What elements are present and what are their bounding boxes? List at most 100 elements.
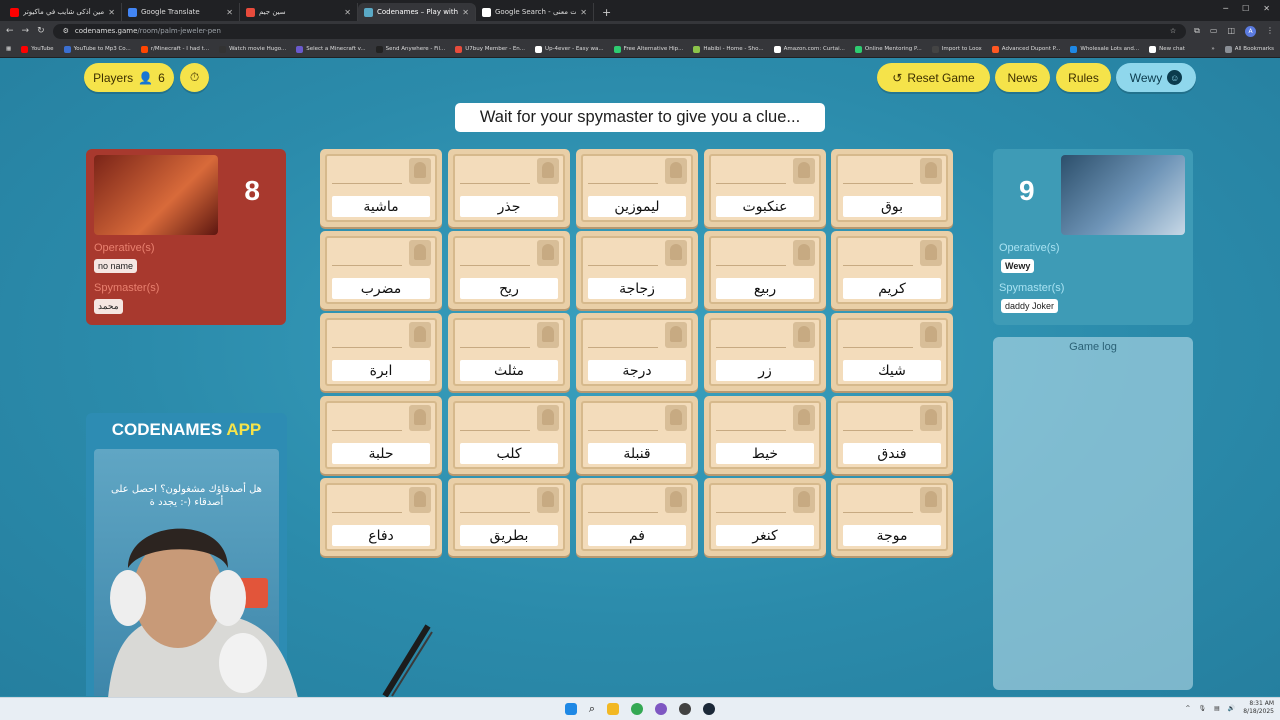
close-window-icon[interactable]: ✕ [1263, 4, 1270, 13]
word-card[interactable]: خيط [704, 396, 826, 474]
browser-tab[interactable]: مين أذكى شايب في ماكيوتر | ...✕ [4, 3, 122, 21]
bookmark-link[interactable]: U7buy Member - En... [455, 45, 525, 53]
word-card[interactable]: دفاع [320, 478, 442, 556]
all-bookmarks-link[interactable]: All Bookmarks [1224, 45, 1274, 53]
more-bookmarks-icon[interactable]: » [1211, 46, 1214, 52]
browser-tab[interactable]: Google Search - حقيت معنى ✕ [476, 3, 594, 21]
app-icon[interactable] [655, 703, 668, 715]
browser-tab[interactable]: Google Translate ✕ [122, 3, 240, 21]
extensions-icon[interactable]: ⧉ [1194, 26, 1200, 37]
word-card[interactable]: بوق [831, 149, 953, 227]
downloads-icon[interactable]: ▭ [1210, 26, 1218, 37]
bookmark-link[interactable]: Select a Minecraft v... [296, 45, 366, 53]
back-icon[interactable]: ← [6, 26, 14, 36]
tab-title: Google Search - حقيت معنى [495, 8, 576, 16]
bookmark-star-icon[interactable]: ☆ [1170, 27, 1176, 35]
search-icon[interactable]: ⌕ [589, 702, 595, 716]
bookmark-link[interactable]: Advanced Dupont P... [991, 45, 1060, 53]
word-card[interactable]: قنبلة [576, 396, 698, 474]
forward-icon[interactable]: → [22, 26, 30, 36]
bookmark-link[interactable]: Amazon.com: Curtai... [773, 45, 845, 53]
webcam-overlay [108, 528, 298, 698]
steam-icon[interactable] [703, 703, 716, 715]
news-button[interactable]: News [995, 63, 1050, 92]
bookmark-link[interactable]: Online Mentoring P... [854, 45, 922, 53]
card-word: زجاجة [588, 278, 686, 299]
word-card[interactable]: زجاجة [576, 231, 698, 309]
maximize-icon[interactable]: ☐ [1242, 4, 1249, 13]
word-card[interactable]: مثلث [448, 313, 570, 391]
rules-button[interactable]: Rules [1056, 63, 1111, 92]
minimize-icon[interactable]: ─ [1223, 4, 1228, 13]
word-card[interactable]: موجة [831, 478, 953, 556]
close-tab-icon[interactable]: ✕ [108, 8, 115, 17]
word-card[interactable]: شيك [831, 313, 953, 391]
user-menu-button[interactable]: Wewy ☺ [1116, 63, 1196, 92]
bookmark-link[interactable]: New chat [1149, 45, 1185, 53]
word-card[interactable]: فندق [831, 396, 953, 474]
bookmark-link[interactable]: Wholesale Lots and... [1070, 45, 1139, 53]
card-divider [588, 430, 658, 431]
browser-tab[interactable]: Codenames – Play with your F...✕ [358, 3, 476, 21]
split-icon[interactable]: ◫ [1227, 26, 1235, 37]
bookmark-link[interactable]: YouTube [21, 45, 54, 53]
word-card[interactable]: بطريق [448, 478, 570, 556]
close-tab-icon[interactable]: ✕ [226, 8, 233, 17]
bookmark-link[interactable]: Import to Loox [931, 45, 982, 53]
bookmark-label: YouTube to Mp3 Co... [73, 46, 131, 52]
new-tab-button[interactable]: + [594, 6, 619, 21]
network-icon[interactable]: ▤ [1214, 705, 1220, 712]
tab-favicon-icon [482, 7, 491, 17]
clock-date: 8/18/2025 [1243, 708, 1274, 715]
card-word: كريم [843, 278, 941, 299]
close-tab-icon[interactable]: ✕ [462, 8, 469, 17]
menu-kebab-icon[interactable]: ⋮ [1266, 26, 1274, 37]
word-card[interactable]: كريم [831, 231, 953, 309]
file-explorer-icon[interactable] [607, 703, 620, 715]
agent-silhouette-icon [409, 158, 431, 184]
site-info-icon[interactable]: ⚙ [63, 27, 69, 35]
reset-game-button[interactable]: ↺ Reset Game [877, 63, 990, 92]
word-card[interactable]: فم [576, 478, 698, 556]
chrome-icon[interactable] [631, 703, 644, 715]
word-card[interactable]: ماشية [320, 149, 442, 227]
volume-icon[interactable]: 🔊 [1228, 705, 1235, 712]
agent-silhouette-icon [920, 405, 942, 431]
card-divider [716, 183, 786, 184]
obs-icon[interactable] [679, 703, 692, 715]
word-card[interactable]: كلب [448, 396, 570, 474]
profile-avatar-icon[interactable]: A [1245, 25, 1256, 37]
word-card[interactable]: درجة [576, 313, 698, 391]
close-tab-icon[interactable]: ✕ [344, 8, 351, 17]
word-card[interactable]: ربيع [704, 231, 826, 309]
browser-tab[interactable]: سين جيم ✕ [240, 3, 358, 21]
word-card[interactable]: زر [704, 313, 826, 391]
bookmark-link[interactable]: Send Anywhere - Fil... [375, 45, 445, 53]
players-button[interactable]: Players 👤 6 [84, 63, 174, 92]
reload-icon[interactable]: ↻ [37, 26, 45, 36]
url-input[interactable]: ⚙ codenames.game /room/palm-jeweler-pen … [52, 23, 1187, 39]
bookmark-link[interactable]: YouTube to Mp3 Co... [63, 45, 131, 53]
bookmark-link[interactable]: r/Minecraft - I had t... [140, 45, 209, 53]
word-card[interactable]: جذر [448, 149, 570, 227]
start-icon[interactable] [564, 703, 577, 715]
apps-grid-icon[interactable]: ▦ [6, 46, 11, 52]
mic-icon[interactable]: 🎙 [1198, 705, 1206, 712]
bookmark-label: YouTube [31, 46, 54, 52]
system-clock[interactable]: 8:31 AM 8/18/2025 [1243, 700, 1274, 716]
word-card[interactable]: مضرب [320, 231, 442, 309]
word-card[interactable]: ابرة [320, 313, 442, 391]
word-card[interactable]: ليموزين [576, 149, 698, 227]
word-card[interactable]: ريح [448, 231, 570, 309]
bookmark-link[interactable]: Habibi - Home - Sho... [693, 45, 764, 53]
tray-expand-icon[interactable]: ^ [1185, 705, 1190, 712]
bookmark-link[interactable]: Free Alternative Hip... [613, 45, 683, 53]
blue-spymaster-chip: daddy Joker [1001, 299, 1059, 313]
word-card[interactable]: حلبة [320, 396, 442, 474]
timer-button[interactable]: ⏱ [180, 63, 209, 92]
close-tab-icon[interactable]: ✕ [580, 8, 587, 17]
word-card[interactable]: عنكبوت [704, 149, 826, 227]
bookmark-link[interactable]: Up-4ever - Easy wa... [535, 45, 604, 53]
bookmark-link[interactable]: Watch movie Hugo... [219, 45, 286, 53]
word-card[interactable]: كنغر [704, 478, 826, 556]
